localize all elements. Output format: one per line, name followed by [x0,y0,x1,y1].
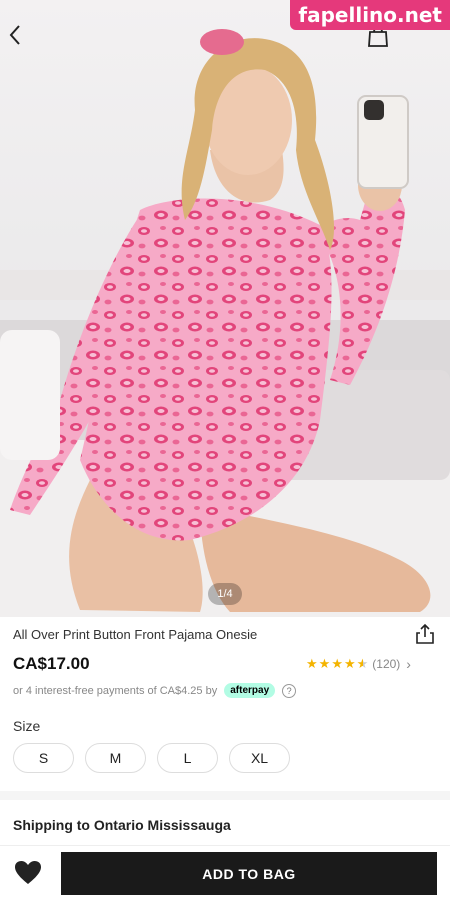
size-option-l[interactable]: L [157,743,218,773]
gallery-indicator: 1/4 [208,583,242,605]
installments: or 4 interest-free payments of CA$4.25 b… [13,683,297,698]
rating-summary[interactable]: ★ ★ ★ ★ ★ (120) › [306,656,411,672]
size-option-xl[interactable]: XL [229,743,290,773]
bottom-action-bar: ADD TO BAG [0,845,450,902]
size-option-m[interactable]: M [85,743,146,773]
product-price: CA$17.00 [13,654,90,673]
chevron-left-icon [9,25,20,45]
star-rating: ★ ★ ★ ★ ★ [306,657,369,671]
product-image[interactable]: fapellino.net 1/4 [0,0,450,617]
size-option-s[interactable]: S [13,743,74,773]
product-photo-illustration [0,29,450,617]
back-button[interactable] [8,24,40,56]
afterpay-badge[interactable]: afterpay [224,683,276,698]
half-star-icon: ★ [356,656,369,671]
chevron-right-icon: › [406,656,411,672]
heart-icon [15,861,41,884]
share-button[interactable] [414,623,436,645]
installments-text: or 4 interest-free payments of CA$4.25 b… [13,684,218,697]
section-divider [0,791,450,800]
review-count: (120) [372,657,401,671]
star-icon: ★ [331,656,343,671]
star-icon: ★ [306,656,318,671]
star-icon: ★ [343,656,356,671]
share-icon [416,623,434,644]
size-label: Size [13,718,41,734]
shipping-location[interactable]: Shipping to Ontario Mississauga [13,817,231,833]
help-icon[interactable]: ? [282,683,297,698]
favorite-button[interactable] [14,860,42,888]
size-options: S M L XL [13,743,301,773]
watermark: fapellino.net [290,0,450,30]
product-title: All Over Print Button Front Pajama Onesi… [13,627,258,642]
star-icon: ★ [318,656,331,671]
add-to-bag-button[interactable]: ADD TO BAG [61,852,437,895]
